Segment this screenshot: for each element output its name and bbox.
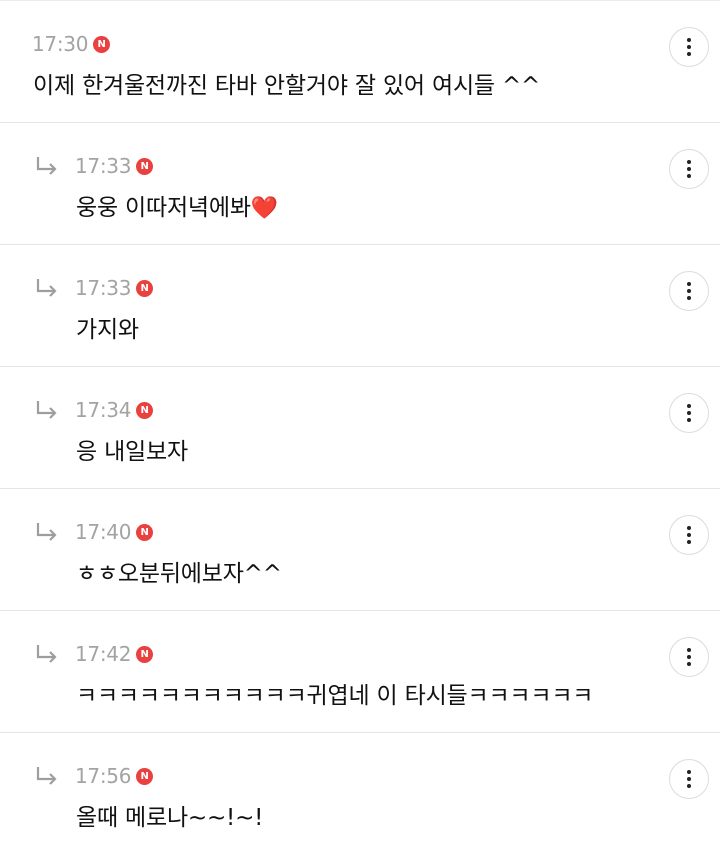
more-vertical-icon [687,770,691,775]
comment-time: 17:34 [75,398,132,422]
comment-meta: 17:56 N [34,764,154,788]
more-vertical-icon [687,526,691,531]
new-badge-icon: N [136,279,154,297]
more-options-button[interactable] [669,271,709,311]
comment-text: 올때 메로나~~!~! [76,801,263,835]
new-badge-icon: N [136,401,154,419]
comment-meta: 17:33 N [34,276,154,300]
comment-text: 웅웅 이따저녁에봐❤️ [76,191,278,226]
comment-text-content: ㅎㅎ오분뒤에보자^^ [76,561,282,587]
reply-arrow-icon [36,157,57,175]
reply-arrow-icon [36,523,57,541]
reply-arrow-icon [36,279,57,297]
more-vertical-icon [687,404,691,409]
reply-item: 17:40 N ㅎㅎ오분뒤에보자^^ [0,489,720,611]
more-options-button[interactable] [669,637,709,677]
reply-arrow-icon [36,645,57,663]
comment-item: 17:30 N 이제 한겨울전까진 타바 안할거야 잘 있어 여시들 ^^ [0,1,720,123]
new-badge-icon: N [136,523,154,541]
new-badge-icon: N [93,35,111,53]
reply-item: 17:34 N 응 내일보자 [0,367,720,489]
more-options-button[interactable] [669,515,709,555]
comment-text: 가지와 [76,313,139,347]
more-options-button[interactable] [669,27,709,67]
reply-item: 17:56 N 올때 메로나~~!~! [0,733,720,855]
comment-text-content: 웅웅 이따저녁에봐 [76,195,251,221]
comment-list: 17:30 N 이제 한겨울전까진 타바 안할거야 잘 있어 여시들 ^^ 17… [0,0,720,852]
comment-text: 응 내일보자 [76,435,188,469]
comment-text-content: 가지와 [76,317,139,343]
comment-time: 17:42 [75,642,132,666]
comment-time: 17:33 [75,276,132,300]
more-vertical-icon [687,38,691,43]
comment-text-content: ㅋㅋㅋㅋㅋㅋㅋㅋㅋㅋㅋ귀엽네 이 타시들ㅋㅋㅋㅋㅋㅋ [76,683,594,709]
more-options-button[interactable] [669,149,709,189]
comment-time: 17:40 [75,520,132,544]
reply-item: 17:33 N 웅웅 이따저녁에봐❤️ [0,123,720,245]
comment-text: ㅎㅎ오분뒤에보자^^ [76,557,282,591]
comment-time: 17:33 [75,154,132,178]
new-badge-icon: N [136,645,154,663]
comment-time: 17:56 [75,764,132,788]
comment-meta: 17:40 N [34,520,154,544]
more-options-button[interactable] [669,759,709,799]
reply-arrow-icon [36,401,57,419]
comment-text-content: 올때 메로나~~!~! [76,805,264,831]
comment-text-content: 이제 한겨울전까진 타바 안할거야 잘 있어 여시들 ^^ [33,73,541,99]
comment-text-content: 응 내일보자 [76,439,188,465]
comment-meta: 17:33 N [34,154,154,178]
comment-meta: 17:30 N [32,32,111,56]
comment-time: 17:30 [32,32,89,56]
more-vertical-icon [687,648,691,653]
reply-item: 17:33 N 가지와 [0,245,720,367]
reply-item: 17:42 N ㅋㅋㅋㅋㅋㅋㅋㅋㅋㅋㅋ귀엽네 이 타시들ㅋㅋㅋㅋㅋㅋ [0,611,720,733]
comment-meta: 17:34 N [34,398,154,422]
heart-emoji-icon: ❤️ [250,196,278,221]
comment-text: 이제 한겨울전까진 타바 안할거야 잘 있어 여시들 ^^ [33,69,540,103]
more-options-button[interactable] [669,393,709,433]
new-badge-icon: N [136,767,154,785]
more-vertical-icon [687,160,691,165]
new-badge-icon: N [136,157,154,175]
reply-arrow-icon [36,767,57,785]
comment-meta: 17:42 N [34,642,154,666]
more-vertical-icon [687,282,691,287]
comment-text: ㅋㅋㅋㅋㅋㅋㅋㅋㅋㅋㅋ귀엽네 이 타시들ㅋㅋㅋㅋㅋㅋ [76,679,593,713]
